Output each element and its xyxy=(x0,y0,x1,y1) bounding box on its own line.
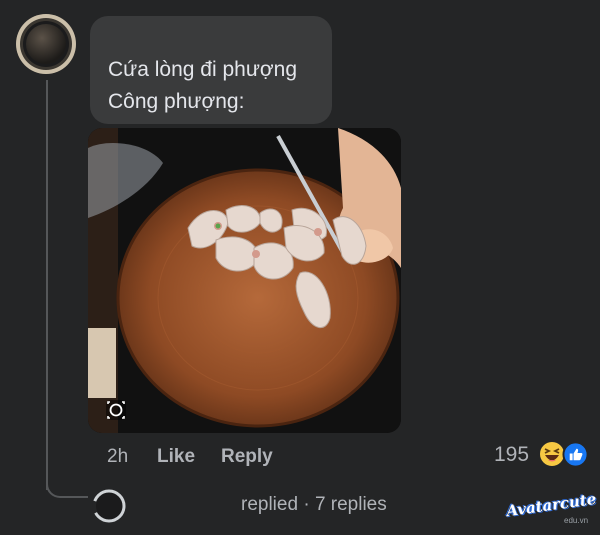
view-replies-link[interactable]: replied · 7 replies xyxy=(241,494,387,516)
replies-separator: · xyxy=(303,494,310,515)
replies-count: 7 replies xyxy=(314,494,387,515)
comment-bubble: Cứa lòng đi phượng Công phượng: xyxy=(90,16,332,124)
replier-avatar[interactable] xyxy=(90,487,128,525)
like-button[interactable]: Like xyxy=(157,446,195,468)
comment-timestamp: 2h xyxy=(107,446,129,467)
commenter-avatar[interactable] xyxy=(16,14,76,74)
reaction-count[interactable]: 195 xyxy=(494,443,529,467)
thread-line xyxy=(46,80,48,490)
comment-text-line-1: Cứa lòng đi phượng xyxy=(108,58,297,81)
comment-text-line-2: Công phượng: xyxy=(108,90,245,113)
image-source-icon[interactable] xyxy=(104,398,128,422)
thread-connector xyxy=(46,468,88,498)
reply-button[interactable]: Reply xyxy=(221,446,273,468)
watermark-logo: Avatarcute edu.vn xyxy=(505,490,597,530)
comment-photo[interactable] xyxy=(88,128,401,433)
replies-verb: replied xyxy=(241,494,299,515)
like-icon[interactable] xyxy=(562,441,589,468)
watermark-domain: edu.vn xyxy=(564,516,589,525)
